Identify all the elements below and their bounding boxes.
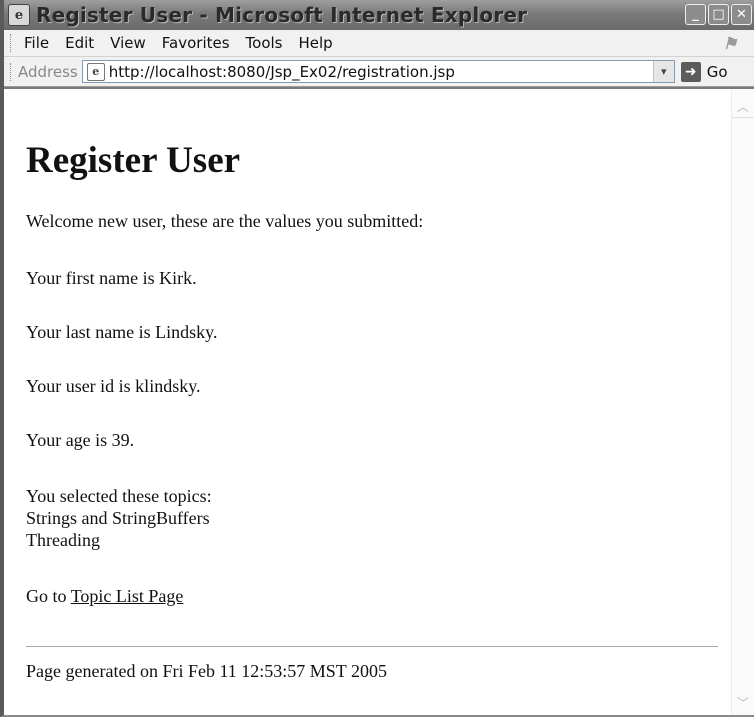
goto-line: Go to Topic List Page bbox=[26, 586, 183, 607]
welcome-text: Welcome new user, these are the values y… bbox=[26, 211, 424, 231]
browser-window: e Register User - Microsoft Internet Exp… bbox=[0, 0, 754, 717]
ie-page-icon: e bbox=[86, 62, 105, 81]
topic-item: Threading bbox=[26, 530, 100, 550]
page-viewport: Register User Welcome new user, these ar… bbox=[4, 87, 754, 715]
first-name-line: Your first name is Kirk. bbox=[26, 268, 197, 288]
menu-view[interactable]: View bbox=[110, 34, 146, 52]
page-heading: Register User bbox=[26, 140, 241, 181]
topic-item: Strings and StringBuffers bbox=[26, 508, 210, 528]
divider bbox=[26, 646, 718, 647]
minimize-button[interactable]: _ bbox=[685, 4, 706, 25]
age-line: Your age is 39. bbox=[26, 430, 135, 450]
topics-intro: You selected these topics: bbox=[26, 486, 212, 506]
toolbar-grip[interactable] bbox=[10, 34, 14, 52]
go-arrow-icon[interactable]: ➜ bbox=[680, 61, 701, 82]
go-label[interactable]: Go bbox=[707, 63, 728, 81]
menu-favorites[interactable]: Favorites bbox=[162, 34, 230, 52]
address-input[interactable]: e http://localhost:8080/Jsp_Ex02/registr… bbox=[81, 60, 675, 83]
menu-bar: File Edit View Favorites Tools Help ⚑ bbox=[4, 30, 754, 57]
maximize-button[interactable]: □ bbox=[708, 4, 729, 25]
address-url[interactable]: http://localhost:8080/Jsp_Ex02/registrat… bbox=[109, 63, 455, 81]
menu-file[interactable]: File bbox=[24, 34, 49, 52]
menu-tools[interactable]: Tools bbox=[246, 34, 283, 52]
go-button[interactable]: ➜ Go bbox=[680, 61, 728, 82]
ie-page-icon: e bbox=[8, 4, 30, 26]
last-name-line: Your last name is Lindsky. bbox=[26, 322, 218, 342]
goto-prefix: Go to bbox=[26, 586, 71, 606]
window-title: Register User - Microsoft Internet Explo… bbox=[36, 3, 528, 27]
address-label: Address bbox=[18, 62, 78, 81]
user-id-line: Your user id is klindsky. bbox=[26, 376, 201, 396]
chevron-down-icon[interactable]: ▾ bbox=[652, 61, 674, 82]
menu-help[interactable]: Help bbox=[299, 34, 333, 52]
address-bar: Address e http://localhost:8080/Jsp_Ex02… bbox=[4, 57, 754, 87]
scroll-down-icon[interactable]: ﹀ bbox=[732, 691, 754, 713]
window-controls: _ □ ✕ bbox=[685, 4, 752, 25]
title-bar: e Register User - Microsoft Internet Exp… bbox=[4, 0, 754, 30]
page-generated-footer: Page generated on Fri Feb 11 12:53:57 MS… bbox=[26, 661, 387, 681]
topic-list-link[interactable]: Topic List Page bbox=[71, 586, 184, 606]
windows-logo-icon: ⚑ bbox=[722, 33, 738, 53]
scroll-up-icon[interactable]: ︿ bbox=[732, 95, 754, 118]
toolbar-grip[interactable] bbox=[10, 62, 14, 81]
vertical-scrollbar[interactable]: ︿ ﹀ bbox=[731, 89, 754, 715]
menu-edit[interactable]: Edit bbox=[65, 34, 94, 52]
close-button[interactable]: ✕ bbox=[731, 4, 752, 25]
